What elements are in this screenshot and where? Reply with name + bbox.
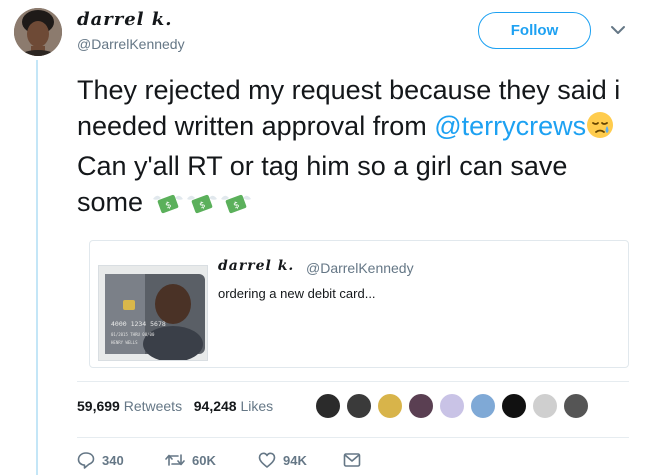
likes-count: 94,248 — [193, 398, 237, 414]
money-with-wings-emoji: $ — [185, 188, 219, 224]
retweet-icon — [165, 454, 185, 466]
mention-link[interactable]: @terrycrews — [434, 111, 586, 141]
card-holder: HENRY WELLS — [111, 340, 138, 345]
liker-avatar[interactable] — [315, 393, 341, 419]
card-expiry: 01/2015 THRU 00/00 — [111, 332, 155, 337]
retweets-label: Retweets — [119, 398, 183, 414]
liker-avatar[interactable] — [470, 393, 496, 419]
quoted-tweet-text: ordering a new debit card... — [218, 286, 376, 301]
envelope-icon — [343, 453, 361, 467]
liker-avatar[interactable] — [501, 393, 527, 419]
like-count: 94K — [283, 452, 307, 468]
liker-avatar[interactable] — [563, 393, 589, 419]
author-avatar[interactable] — [14, 8, 62, 56]
direct-message-button[interactable] — [343, 450, 368, 470]
quoted-author-name: darrel k. — [218, 258, 295, 274]
money-with-wings-emoji: $ — [151, 188, 185, 224]
liker-avatar[interactable] — [532, 393, 558, 419]
tweet-text: They rejected my request because they sa… — [77, 72, 637, 224]
divider-bottom — [77, 437, 629, 438]
reply-button[interactable]: 340 — [77, 450, 124, 470]
quoted-tweet[interactable]: 4000 1234 5678 01/2015 THRU 00/00 HENRY … — [89, 240, 629, 368]
retweets-count: 59,699 — [77, 398, 120, 414]
liker-avatars — [315, 393, 594, 423]
liker-avatar[interactable] — [408, 393, 434, 419]
reply-icon — [77, 452, 95, 469]
liker-avatar[interactable] — [377, 393, 403, 419]
retweet-button[interactable]: 60K — [165, 450, 216, 470]
retweets-stat[interactable]: 59,699 Retweets — [77, 398, 182, 414]
tweet-stats: 59,699 Retweets 94,248 Likes — [77, 398, 273, 414]
divider-top — [77, 381, 629, 382]
likes-stat[interactable]: 94,248 Likes — [194, 398, 273, 414]
money-with-wings-emoji: $ — [219, 188, 253, 224]
retweet-count: 60K — [192, 452, 216, 468]
reply-count: 340 — [102, 452, 124, 468]
heart-icon — [258, 452, 276, 468]
quoted-author-handle: @DarrelKennedy — [306, 260, 414, 276]
likes-label: Likes — [236, 398, 274, 414]
author-handle[interactable]: @DarrelKennedy — [77, 36, 185, 52]
sad-relieved-face-emoji — [586, 111, 614, 148]
tweet-page: darrel k. @DarrelKennedy Follow They rej… — [0, 0, 652, 475]
liker-avatar[interactable] — [346, 393, 372, 419]
author-name[interactable]: darrel k. — [77, 9, 173, 30]
tweet-actions: 340 60K 94K — [77, 450, 377, 470]
card-number: 4000 1234 5678 — [111, 320, 166, 328]
quoted-tweet-image[interactable]: 4000 1234 5678 01/2015 THRU 00/00 HENRY … — [98, 265, 208, 361]
liker-avatar[interactable] — [439, 393, 465, 419]
like-button[interactable]: 94K — [258, 450, 307, 470]
chevron-down-icon[interactable] — [610, 24, 626, 36]
follow-button[interactable]: Follow — [478, 12, 591, 49]
thread-line — [36, 60, 38, 475]
